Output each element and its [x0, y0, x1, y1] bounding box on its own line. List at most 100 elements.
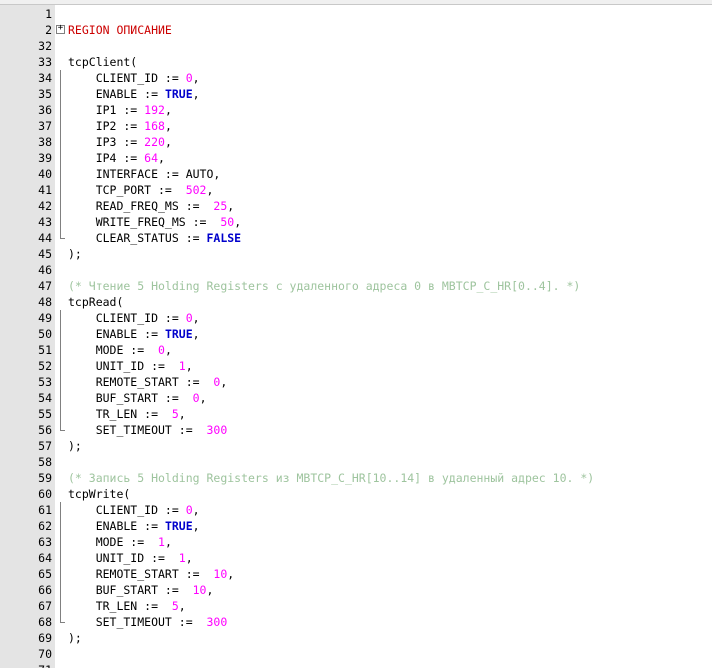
- line-number: 49: [38, 311, 52, 325]
- code-token: REMOTE_START :=: [68, 375, 214, 389]
- code-token: CLIENT_ID :=: [68, 503, 186, 517]
- code-line[interactable]: 51 MODE := 0,: [0, 342, 712, 358]
- code-line[interactable]: 40 INTERFACE := AUTO,: [0, 166, 712, 182]
- line-number: 43: [38, 215, 52, 229]
- code-line[interactable]: 62 ENABLE := TRUE,: [0, 518, 712, 534]
- code-number: 10: [213, 567, 228, 581]
- code-line[interactable]: 47 (* Чтение 5 Holding Registers с удален…: [0, 278, 712, 294]
- code-line[interactable]: 50 ENABLE := TRUE,: [0, 326, 712, 342]
- code-line[interactable]: 56 SET_TIMEOUT := 300: [0, 422, 712, 438]
- code-line[interactable]: 37 IP2 := 168,: [0, 118, 712, 134]
- code-token: CLIENT_ID :=: [68, 311, 186, 325]
- code-line[interactable]: 65 REMOTE_START := 10,: [0, 566, 712, 582]
- code-number: 1: [178, 551, 186, 565]
- code-line[interactable]: 41 TCP_PORT := 502,: [0, 182, 712, 198]
- code-line[interactable]: 54 BUF_START := 0,: [0, 390, 712, 406]
- code-token: TR_LEN :=: [68, 599, 172, 613]
- fold-guide-line: [56, 406, 65, 422]
- fold-guide-line: [56, 374, 65, 390]
- code-text: SET_TIMEOUT := 300: [68, 614, 228, 630]
- code-line[interactable]: 61 CLIENT_ID := 0,: [0, 502, 712, 518]
- code-keyword: FALSE: [206, 231, 242, 245]
- code-line[interactable]: 58: [0, 454, 712, 470]
- fold-guide-line: [56, 310, 65, 326]
- code-editor[interactable]: 12REGION ОПИСАНИЕ3233tcpClient(34 CLIENT…: [0, 0, 712, 668]
- line-number: 63: [38, 535, 52, 549]
- code-line[interactable]: 66 BUF_START := 10,: [0, 582, 712, 598]
- code-number: 10: [192, 583, 207, 597]
- code-text: tcpClient(: [68, 54, 137, 70]
- code-text: TR_LEN := 5,: [68, 406, 186, 422]
- code-line[interactable]: 63 MODE := 1,: [0, 534, 712, 550]
- line-number: 45: [38, 247, 52, 261]
- code-line[interactable]: 48 tcpRead(: [0, 294, 712, 310]
- code-token: IP1 :=: [68, 103, 145, 117]
- code-line[interactable]: 67 TR_LEN := 5,: [0, 598, 712, 614]
- code-text: TR_LEN := 5,: [68, 598, 186, 614]
- code-line[interactable]: 68 SET_TIMEOUT := 300: [0, 614, 712, 630]
- fold-guide-line: [56, 86, 65, 102]
- code-line[interactable]: 49 CLIENT_ID := 0,: [0, 310, 712, 326]
- code-token: ,: [192, 327, 200, 341]
- code-line[interactable]: 71: [0, 662, 712, 668]
- code-token: ,: [178, 407, 186, 421]
- code-token: MODE :=: [68, 535, 159, 549]
- code-line[interactable]: 57);: [0, 438, 712, 454]
- code-region: REGION ОПИСАНИЕ: [68, 23, 172, 37]
- code-token: ,: [164, 103, 172, 117]
- fold-guide-line: [56, 358, 65, 374]
- code-line[interactable]: 69);: [0, 630, 712, 646]
- code-line[interactable]: 59 (* Запись 5 Holding Registers из MBTCP…: [0, 470, 712, 486]
- code-line[interactable]: 1: [0, 6, 712, 22]
- line-number: 41: [38, 183, 52, 197]
- code-line[interactable]: 42 READ_FREQ_MS := 25,: [0, 198, 712, 214]
- code-line[interactable]: 60 tcpWrite(: [0, 486, 712, 502]
- code-line[interactable]: 46: [0, 262, 712, 278]
- code-token: TCP_PORT :=: [68, 183, 186, 197]
- code-number: 300: [206, 423, 228, 437]
- code-line[interactable]: 35 ENABLE := TRUE,: [0, 86, 712, 102]
- line-number: 35: [38, 87, 52, 101]
- code-line[interactable]: 36 IP1 := 192,: [0, 102, 712, 118]
- code-line[interactable]: 70: [0, 646, 712, 662]
- fold-guide-line: [56, 518, 65, 534]
- code-number: 0: [185, 503, 193, 517]
- code-token: SET_TIMEOUT :=: [68, 423, 207, 437]
- code-comment: (* Чтение 5 Holding Registers с удаленно…: [68, 279, 581, 293]
- line-number: 71: [0, 662, 52, 668]
- code-token: IP2 :=: [68, 119, 145, 133]
- code-line[interactable]: 53 REMOTE_START := 0,: [0, 374, 712, 390]
- code-line[interactable]: 44 CLEAR_STATUS := FALSE: [0, 230, 712, 246]
- code-text: UNIT_ID := 1,: [68, 550, 193, 566]
- fold-guide-line: [56, 326, 65, 342]
- code-line[interactable]: 39 IP4 := 64,: [0, 150, 712, 166]
- code-line[interactable]: 64 UNIT_ID := 1,: [0, 550, 712, 566]
- code-line[interactable]: 34 CLIENT_ID := 0,: [0, 70, 712, 86]
- code-line[interactable]: 55 TR_LEN := 5,: [0, 406, 712, 422]
- code-line[interactable]: 45);: [0, 246, 712, 262]
- fold-guide-line: [56, 390, 65, 406]
- code-token: SET_TIMEOUT :=: [68, 615, 207, 629]
- code-text: REGION ОПИСАНИЕ: [68, 22, 172, 38]
- code-line[interactable]: 32: [0, 38, 712, 54]
- code-number: 300: [206, 615, 228, 629]
- code-number: 0: [185, 311, 193, 325]
- code-line[interactable]: 2 REGION ОПИСАНИЕ: [0, 22, 712, 38]
- code-line[interactable]: 52 UNIT_ID := 1,: [0, 358, 712, 374]
- code-text: (* Запись 5 Holding Registers из MBTCP_C…: [68, 470, 594, 486]
- code-line[interactable]: 38 IP3 := 220,: [0, 134, 712, 150]
- code-token: );: [68, 247, 82, 261]
- code-line[interactable]: 33 tcpClient(: [0, 54, 712, 70]
- code-line[interactable]: 43 WRITE_FREQ_MS := 50,: [0, 214, 712, 230]
- code-token: ,: [227, 199, 235, 213]
- fold-guide-line: [56, 614, 65, 630]
- expand-region-icon[interactable]: [56, 22, 65, 38]
- line-number: 48: [38, 295, 52, 309]
- code-text: tcpWrite(: [68, 486, 130, 502]
- code-token: BUF_START :=: [68, 583, 193, 597]
- fold-guide-line: [56, 70, 65, 86]
- code-token: TR_LEN :=: [68, 407, 172, 421]
- code-token: ENABLE :=: [68, 519, 165, 533]
- code-text: SET_TIMEOUT := 300: [68, 422, 228, 438]
- code-token: UNIT_ID :=: [68, 551, 179, 565]
